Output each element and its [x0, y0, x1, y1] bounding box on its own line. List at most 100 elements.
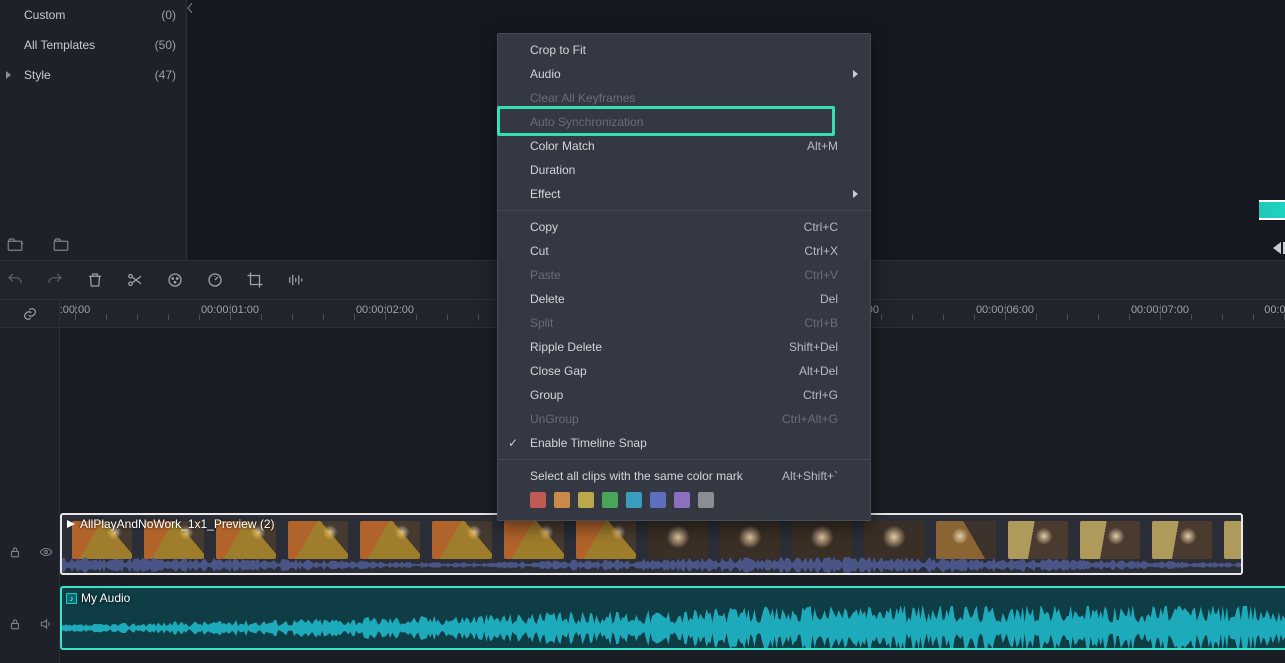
context-menu: Crop to FitAudioClear All Keyframes Auto … [497, 33, 871, 521]
menu-item[interactable]: Color Match Alt+M [498, 134, 870, 158]
chevron-right-icon [853, 190, 858, 198]
menu-item[interactable]: ✓Enable Timeline Snap [498, 431, 870, 455]
crop-icon[interactable] [246, 271, 264, 289]
color-swatch[interactable] [674, 492, 690, 508]
video-clip[interactable]: AllPlayAndNoWork_1x1_Preview (2) [60, 513, 1243, 575]
audio-clip[interactable]: ♪ My Audio [60, 586, 1285, 650]
color-swatch[interactable] [578, 492, 594, 508]
split-icon[interactable] [126, 271, 144, 289]
preview-clip-fragment [1259, 200, 1285, 220]
menu-item-shortcut: Shift+Del [789, 340, 838, 354]
menu-item[interactable]: Split Ctrl+B [498, 311, 870, 335]
undo-icon[interactable] [6, 271, 24, 289]
menu-item-label: Duration [530, 163, 575, 177]
menu-item[interactable]: Delete Del [498, 287, 870, 311]
delete-icon[interactable] [86, 271, 104, 289]
preview-step-icon[interactable] [1271, 240, 1285, 256]
menu-item-shortcut: Alt+Del [799, 364, 838, 378]
menu-item-label: UnGroup [530, 412, 579, 426]
menu-item-label: Split [530, 316, 553, 330]
folder-icon[interactable] [52, 236, 70, 254]
menu-item-label: Cut [530, 244, 549, 258]
menu-item-shortcut: Alt+Shift+` [782, 469, 838, 483]
menu-item[interactable]: GroupCtrl+G [498, 383, 870, 407]
sidebar-item-label: Custom [24, 8, 65, 22]
music-note-icon: ♪ [66, 593, 77, 604]
eye-icon[interactable] [38, 545, 52, 559]
color-swatch[interactable] [554, 492, 570, 508]
menu-item[interactable]: Close GapAlt+Del [498, 359, 870, 383]
audio-adjust-icon[interactable] [286, 271, 304, 289]
color-swatch[interactable] [650, 492, 666, 508]
menu-item-label: Select all clips with the same color mar… [530, 469, 743, 483]
audio-clip-title: ♪ My Audio [66, 591, 130, 605]
thumbnail [1152, 521, 1212, 559]
thumbnail [792, 521, 852, 559]
color-swatch[interactable] [530, 492, 546, 508]
link-icon[interactable] [22, 306, 38, 322]
thumbnail [1008, 521, 1068, 559]
thumbnail [1224, 521, 1243, 559]
panel-collapse-handle[interactable] [187, 2, 193, 14]
menu-item-label: Copy [530, 220, 558, 234]
thumbnail [360, 521, 420, 559]
sidebar-item-count: (0) [161, 8, 176, 22]
menu-item-label: Enable Timeline Snap [530, 436, 647, 450]
ruler-link-icon-cell [0, 300, 60, 327]
sidebar: Custom (0) All Templates (50) Style (47) [0, 0, 187, 260]
video-track-controls [0, 538, 60, 566]
menu-item[interactable]: Select all clips with the same color mar… [498, 464, 870, 488]
new-folder-icon[interactable] [6, 236, 24, 254]
menu-item[interactable]: Clear All Keyframes [498, 86, 870, 110]
lock-icon[interactable] [8, 545, 22, 559]
thumbnail [1080, 521, 1140, 559]
speaker-icon[interactable] [38, 617, 52, 631]
redo-icon[interactable] [46, 271, 64, 289]
menu-item[interactable]: Audio [498, 62, 870, 86]
thumbnail [648, 521, 708, 559]
menu-item-label: Paste [530, 268, 561, 282]
color-mark-row [498, 488, 870, 516]
menu-item[interactable]: UnGroupCtrl+Alt+G [498, 407, 870, 431]
thumbnail [432, 521, 492, 559]
color-swatch[interactable] [698, 492, 714, 508]
color-swatch[interactable] [626, 492, 642, 508]
thumbnail [720, 521, 780, 559]
menu-item-label: Delete [530, 292, 565, 306]
sidebar-item-label: Style [24, 68, 51, 82]
sidebar-item-all-templates[interactable]: All Templates (50) [0, 30, 186, 60]
menu-item[interactable]: Ripple Delete Shift+Del [498, 335, 870, 359]
menu-item[interactable]: Auto Synchronization [498, 110, 870, 134]
menu-item[interactable]: Crop to Fit [498, 38, 870, 62]
menu-item[interactable]: Paste Ctrl+V [498, 263, 870, 287]
menu-item-shortcut: Ctrl+B [804, 316, 838, 330]
sidebar-item-custom[interactable]: Custom (0) [0, 0, 186, 30]
audio-waveform [62, 606, 1285, 650]
menu-item-label: Ripple Delete [530, 340, 602, 354]
menu-item-label: Color Match [530, 139, 595, 153]
color-icon[interactable] [166, 271, 184, 289]
track-headers [0, 328, 60, 663]
menu-item-label: Auto Synchronization [530, 115, 643, 129]
chevron-right-icon [853, 70, 858, 78]
color-swatch[interactable] [602, 492, 618, 508]
menu-item[interactable]: Copy Ctrl+C [498, 215, 870, 239]
menu-item-shortcut: Ctrl+X [804, 244, 838, 258]
sidebar-item-style[interactable]: Style (47) [0, 60, 186, 90]
speed-icon[interactable] [206, 271, 224, 289]
menu-item[interactable]: Duration [498, 158, 870, 182]
menu-item[interactable]: Effect [498, 182, 870, 206]
sidebar-item-label: All Templates [24, 38, 95, 52]
thumbnail [864, 521, 924, 559]
menu-item-shortcut: Alt+M [807, 139, 838, 153]
thumbnail [504, 521, 564, 559]
audio-track-controls [0, 610, 60, 638]
video-audio-waveform [62, 557, 1243, 573]
menu-item[interactable]: Cut Ctrl+X [498, 239, 870, 263]
menu-separator [498, 459, 870, 460]
menu-item-shortcut: Ctrl+C [804, 220, 838, 234]
video-clip-title: AllPlayAndNoWork_1x1_Preview (2) [66, 517, 275, 531]
menu-item-shortcut: Ctrl+V [804, 268, 838, 282]
lock-icon[interactable] [8, 617, 22, 631]
menu-item-shortcut: Del [820, 292, 838, 306]
